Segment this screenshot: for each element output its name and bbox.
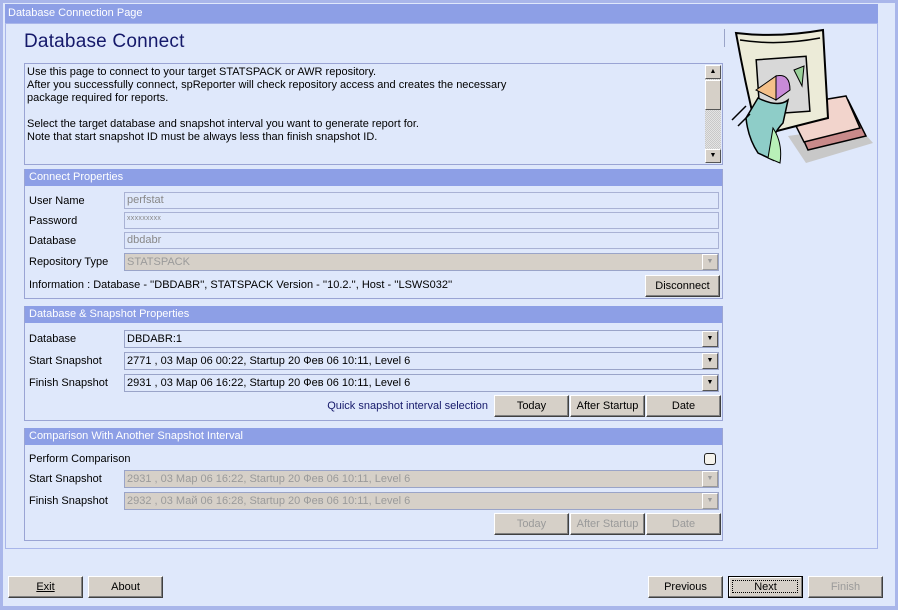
presentation-clipart-icon <box>731 28 873 164</box>
today-button[interactable]: Today <box>494 395 569 417</box>
chevron-down-icon[interactable]: ▼ <box>702 254 718 270</box>
snapshot-properties-header: Database & Snapshot Properties <box>25 306 722 323</box>
repository-type-label: Repository Type <box>29 256 109 268</box>
previous-button[interactable]: Previous <box>648 576 723 598</box>
focus-ring <box>732 580 798 593</box>
database-input[interactable]: dbdabr <box>124 232 719 249</box>
date-button[interactable]: Date <box>646 395 721 417</box>
snapshot-database-value: DBDABR:1 <box>127 333 183 345</box>
user-name-label: User Name <box>29 195 85 207</box>
snapshot-properties-section: Database & Snapshot Properties Database … <box>24 306 723 421</box>
window-title: Database Connection Page <box>5 4 878 23</box>
finish-snapshot-select[interactable]: 2931 , 03 Мар 06 16:22, Startup 20 Фев 0… <box>124 374 719 392</box>
connect-properties-section: Connect Properties User Name perfstat Pa… <box>24 169 723 299</box>
finish-snapshot-label: Finish Snapshot <box>29 377 108 389</box>
quick-selection-label: Quick snapshot interval selection <box>327 400 488 412</box>
exit-label: Exit <box>36 581 55 593</box>
start-snapshot-value: 2771 , 03 Мар 06 00:22, Startup 20 Фев 0… <box>127 355 411 367</box>
finish-snapshot-value: 2931 , 03 Мар 06 16:22, Startup 20 Фев 0… <box>127 377 411 389</box>
chevron-down-icon[interactable]: ▼ <box>702 375 718 391</box>
about-button[interactable]: About <box>88 576 163 598</box>
chevron-down-icon[interactable]: ▼ <box>702 353 718 369</box>
start-snapshot-label: Start Snapshot <box>29 355 102 367</box>
comparison-finish-label: Finish Snapshot <box>29 495 108 507</box>
password-input[interactable]: xxxxxxxxx <box>124 212 719 229</box>
perform-comparison-checkbox[interactable] <box>704 453 716 465</box>
comparison-finish-value: 2932 , 03 Май 06 16:28, Startup 20 Фев 0… <box>127 495 411 507</box>
comparison-after-startup-button[interactable]: After Startup <box>570 513 645 535</box>
comparison-today-button[interactable]: Today <box>494 513 569 535</box>
description-text: Use this page to connect to your target … <box>27 66 507 143</box>
title-separator <box>724 29 725 47</box>
start-snapshot-select[interactable]: 2771 , 03 Мар 06 00:22, Startup 20 Фев 0… <box>124 352 719 370</box>
after-startup-button[interactable]: After Startup <box>570 395 645 417</box>
disconnect-button[interactable]: Disconnect <box>645 275 720 297</box>
chevron-down-icon[interactable]: ▼ <box>702 331 718 347</box>
connect-properties-header: Connect Properties <box>25 169 722 186</box>
description-scrollbar[interactable]: ▲ ▼ <box>705 65 721 163</box>
database-label: Database <box>29 235 77 247</box>
page-title: Database Connect <box>24 31 185 52</box>
comparison-section: Comparison With Another Snapshot Interva… <box>24 428 723 541</box>
chevron-down-icon[interactable]: ▼ <box>702 493 718 509</box>
perform-comparison-label: Perform Comparison <box>29 453 131 465</box>
repository-type-value: STATSPACK <box>127 256 190 268</box>
scroll-up-arrow-icon[interactable]: ▲ <box>705 65 721 79</box>
snapshot-database-label: Database <box>29 333 77 345</box>
exit-button[interactable]: Exit <box>8 576 83 598</box>
scroll-down-arrow-icon[interactable]: ▼ <box>705 149 721 163</box>
repository-type-select[interactable]: STATSPACK ▼ <box>124 253 719 271</box>
snapshot-database-select[interactable]: DBDABR:1 ▼ <box>124 330 719 348</box>
scroll-thumb[interactable] <box>705 80 721 110</box>
description-box: Use this page to connect to your target … <box>24 63 723 165</box>
password-label: Password <box>29 215 78 227</box>
comparison-start-value: 2931 , 03 Мар 06 16:22, Startup 20 Фев 0… <box>127 473 411 485</box>
chevron-down-icon[interactable]: ▼ <box>702 471 718 487</box>
comparison-finish-select[interactable]: 2932 , 03 Май 06 16:28, Startup 20 Фев 0… <box>124 492 719 510</box>
user-name-input[interactable]: perfstat <box>124 192 719 209</box>
next-button[interactable]: Next <box>728 576 803 598</box>
connection-info-text: Information : Database - ''DBDABR'', STA… <box>29 279 453 291</box>
comparison-header: Comparison With Another Snapshot Interva… <box>25 428 722 445</box>
comparison-start-select[interactable]: 2931 , 03 Мар 06 16:22, Startup 20 Фев 0… <box>124 470 719 488</box>
comparison-start-label: Start Snapshot <box>29 473 102 485</box>
finish-button[interactable]: Finish <box>808 576 883 598</box>
comparison-date-button[interactable]: Date <box>646 513 721 535</box>
